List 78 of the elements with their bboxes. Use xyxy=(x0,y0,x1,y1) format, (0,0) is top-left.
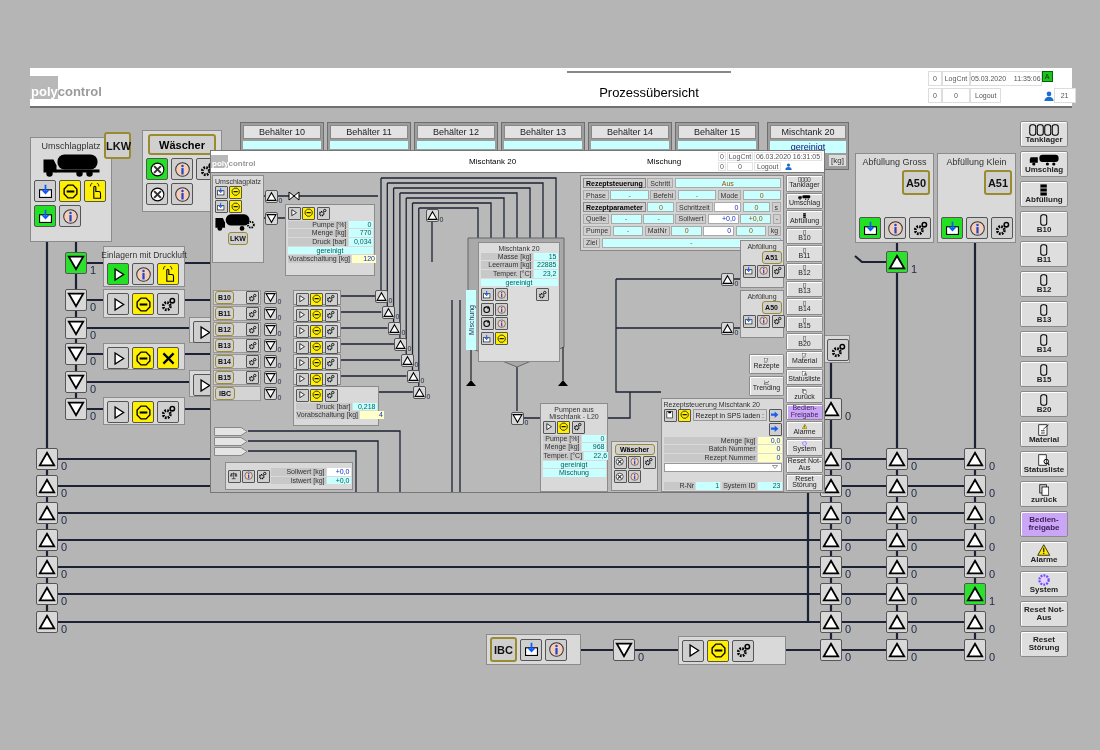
valve-reading: 0 xyxy=(989,488,996,499)
nav-button[interactable]: Reset Störung xyxy=(1020,631,1068,657)
valve-reading: 0 xyxy=(90,302,97,313)
nav-button[interactable]: System xyxy=(1020,571,1068,597)
valve-reading: 0 xyxy=(845,461,852,472)
panel-title: Abfüllung Klein xyxy=(946,157,1007,167)
valve-reading: 0 xyxy=(61,488,68,499)
valve-reading: 0 xyxy=(61,542,68,553)
valve-reading: 0 xyxy=(845,542,852,553)
nav-button[interactable]: B10 xyxy=(1020,211,1068,237)
page-title: Prozessübersicht xyxy=(599,85,699,100)
valve-reading: 0 xyxy=(90,356,97,367)
valve-reading: 0 xyxy=(989,652,996,663)
valve-reading: 0 xyxy=(989,569,996,580)
tank-button[interactable]: Behälter 12 xyxy=(417,125,495,139)
dialog-title: Mischtank 20 xyxy=(469,157,517,166)
valve-reading: 0 xyxy=(61,569,68,580)
nav-button[interactable]: B11 xyxy=(1020,241,1068,267)
nav-button[interactable]: Bedien-freigabe xyxy=(1020,511,1068,537)
nav-button[interactable]: B15 xyxy=(1020,361,1068,387)
nav-button[interactable]: Material xyxy=(1020,421,1068,447)
nav-button[interactable]: B12 xyxy=(1020,271,1068,297)
tank-button[interactable]: Behälter 11 xyxy=(330,125,408,139)
washer-button[interactable]: Wäscher xyxy=(148,134,216,155)
nav-button[interactable]: B14 xyxy=(1020,331,1068,357)
valve-reading: 0 xyxy=(911,461,918,472)
nav-button[interactable]: Alarme xyxy=(1020,541,1068,567)
ibc-button[interactable]: IBC xyxy=(490,637,517,662)
panel-title: Abfüllung Gross xyxy=(862,157,927,167)
nav-button[interactable]: B13 xyxy=(1020,301,1068,327)
nav-button[interactable]: Umschlag xyxy=(1020,151,1068,177)
valve-reading: 0 xyxy=(61,596,68,607)
tank-button[interactable]: Behälter 10 xyxy=(243,125,321,139)
valve-reading: 0 xyxy=(911,488,918,499)
valve-reading: 0 xyxy=(61,515,68,526)
station-button[interactable]: A50 xyxy=(902,170,930,195)
valve-reading: 0 xyxy=(90,330,97,341)
valve-reading: 0 xyxy=(61,461,68,472)
valve-reading: 0 xyxy=(90,411,97,422)
unit-label: [kg] xyxy=(829,155,846,166)
nav-button[interactable]: Reset Not-Aus xyxy=(1020,601,1068,627)
valve-reading: 0 xyxy=(989,624,996,635)
valve-reading: 0 xyxy=(911,624,918,635)
valve-reading: 0 xyxy=(845,569,852,580)
valve-reading: 0 xyxy=(989,542,996,553)
valve-reading: 0 xyxy=(911,569,918,580)
valve-reading: 0 xyxy=(911,515,918,526)
valve-reading: 1 xyxy=(989,596,996,607)
valve-reading: 0 xyxy=(911,652,918,663)
valve-reading: 0 xyxy=(845,488,852,499)
tank-button[interactable]: Behälter 15 xyxy=(678,125,756,139)
panel-title: Einlagern mit Druckluft xyxy=(101,250,187,260)
logo: polycontrol xyxy=(211,155,271,168)
nav-button[interactable]: Statusliste xyxy=(1020,451,1068,477)
valve-reading: 0 xyxy=(989,515,996,526)
tank-button[interactable]: Behälter 13 xyxy=(504,125,582,139)
valve-reading: 0 xyxy=(911,542,918,553)
valve-reading: 0 xyxy=(911,596,918,607)
nav-button[interactable]: Abfüllung xyxy=(1020,181,1068,207)
valve-reading: 0 xyxy=(845,596,852,607)
tank-button[interactable]: Behälter 14 xyxy=(591,125,669,139)
nav-button[interactable]: B20 xyxy=(1020,391,1068,417)
valve-reading: 0 xyxy=(845,624,852,635)
dialog-subtitle: Mischung xyxy=(647,157,682,166)
valve-reading: 0 xyxy=(989,461,996,472)
valve-reading: 0 xyxy=(845,515,852,526)
nav-button[interactable]: zurück xyxy=(1020,481,1068,507)
valve-reading: 1 xyxy=(90,265,97,276)
panel-title: Umschlagplatz xyxy=(41,141,101,151)
valve-reading: 0 xyxy=(90,384,97,395)
tank-button[interactable]: Mischtank 20 xyxy=(770,125,846,139)
station-button[interactable]: A51 xyxy=(984,170,1012,195)
valve-reading: 1 xyxy=(911,264,918,275)
valve-reading: 0 xyxy=(638,652,645,663)
nav-button[interactable]: Tanklager xyxy=(1020,121,1068,147)
valve-reading: 0 xyxy=(845,411,852,422)
valve-reading: 0 xyxy=(61,624,68,635)
valve-reading: 0 xyxy=(845,652,852,663)
